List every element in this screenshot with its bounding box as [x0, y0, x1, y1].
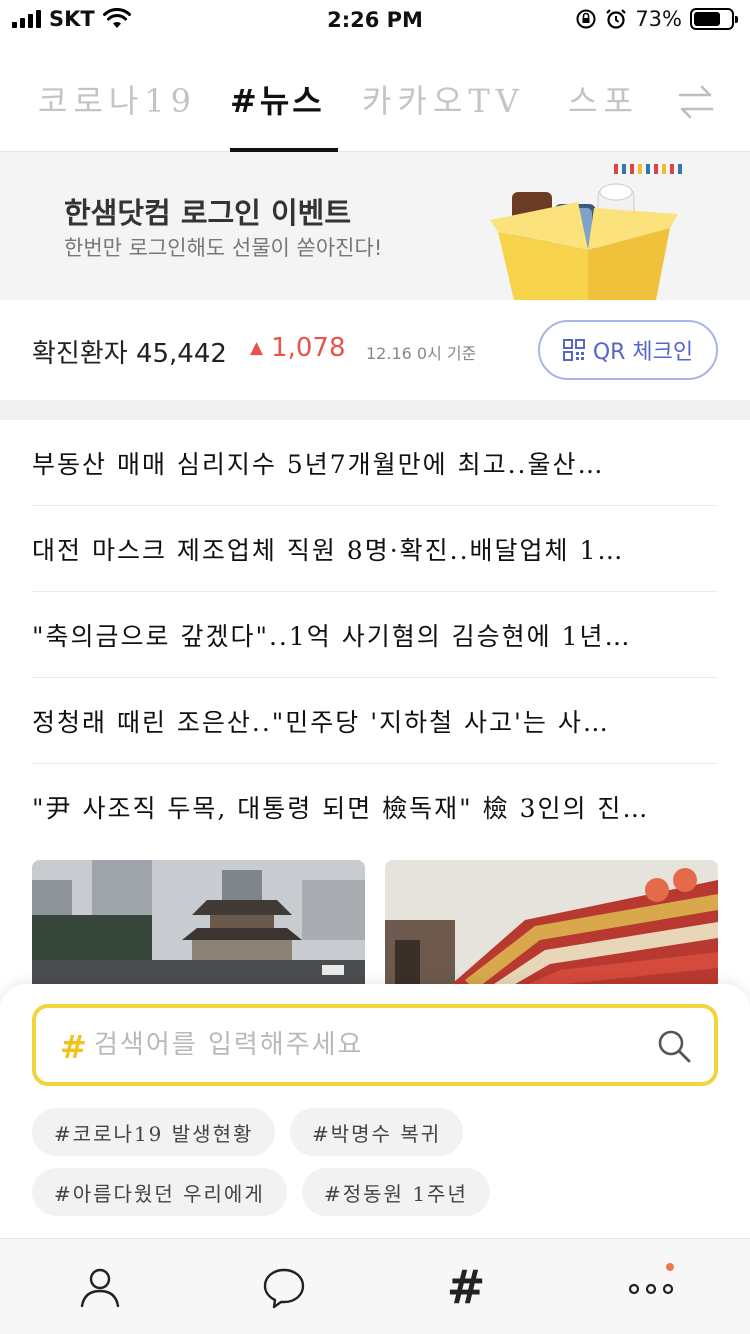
- profile-icon: [80, 1268, 120, 1308]
- headline-item[interactable]: "축의금으로 갚겠다"..1억 사기혐의 김승현에 1년…: [32, 592, 718, 678]
- tab-news[interactable]: #뉴스: [230, 76, 325, 122]
- tab-corona19[interactable]: 코로나19: [38, 76, 197, 122]
- nav-profile[interactable]: [76, 1263, 124, 1311]
- bottom-navigation: #: [0, 1238, 750, 1334]
- headline-text: 정청래 때린 조은산.."민주당 '지하철 사고'는 사…: [32, 707, 610, 737]
- gift-box-icon: [490, 164, 682, 300]
- qr-checkin-label: QR 체크인: [592, 340, 694, 365]
- search-input[interactable]: [94, 1025, 634, 1065]
- rotation-lock-icon: [576, 9, 596, 29]
- headline-text: "尹 사조직 두목, 대통령 되면 檢독재" 檢 3인의 진…: [32, 794, 650, 823]
- headline-item[interactable]: 대전 마스크 제조업체 직원 8명·확진..배달업체 1…: [32, 506, 718, 592]
- tag-chip[interactable]: #아름다웠던 우리에게: [32, 1168, 287, 1216]
- qr-icon: [562, 339, 585, 361]
- alarm-icon: [606, 9, 627, 29]
- covid-date: 12.16 0시 기준: [366, 344, 477, 363]
- swap-arrows-icon[interactable]: [676, 82, 716, 122]
- covid-status-row: 확진환자 45,442 ▲ 1,078 12.16 0시 기준 QR 체크인: [0, 300, 750, 400]
- headline-list: 부동산 매매 심리지수 5년7개월만에 최고..울산… 대전 마스크 제조업체 …: [32, 420, 718, 850]
- headline-item[interactable]: 부동산 매매 심리지수 5년7개월만에 최고..울산…: [32, 420, 718, 506]
- headline-text: "축의금으로 갚겠다"..1억 사기혐의 김승현에 1년…: [32, 621, 632, 651]
- status-right: 73%: [575, 7, 738, 31]
- delta-value: 1,078: [271, 333, 346, 363]
- notification-dot: [666, 1263, 674, 1271]
- more-icon: [628, 1283, 674, 1295]
- city-gate-photo: [32, 860, 365, 990]
- battery-icon: [690, 8, 738, 30]
- event-banner[interactable]: 한샘닷컴 로그인 이벤트 한번만 로그인해도 선물이 쏟아진다!: [0, 152, 750, 300]
- battery-percent: 73%: [635, 7, 682, 31]
- tag-chip[interactable]: #코로나19 발생현황: [32, 1108, 276, 1156]
- headline-item[interactable]: "尹 사조직 두목, 대통령 되면 檢독재" 檢 3인의 진…: [32, 764, 718, 850]
- tab-kakaotv[interactable]: 카카오TV: [362, 76, 525, 122]
- section-divider: [0, 400, 750, 420]
- confirmed-count: 45,442: [135, 339, 227, 369]
- nav-hash[interactable]: #: [442, 1263, 490, 1311]
- tag-chip[interactable]: #박명수 복귀: [290, 1108, 464, 1156]
- headline-text: 대전 마스크 제조업체 직원 8명·확진..배달업체 1…: [32, 535, 625, 565]
- news-thumbnail-supermarket[interactable]: [385, 860, 718, 990]
- hash-icon: #: [446, 1260, 486, 1314]
- banner-subtitle: 한번만 로그인해도 선물이 쏟아진다!: [64, 236, 383, 260]
- tab-sports[interactable]: 스포: [568, 76, 639, 122]
- qr-checkin-button[interactable]: QR 체크인: [538, 320, 718, 380]
- search-icon[interactable]: [656, 1028, 692, 1064]
- headline-text: 부동산 매매 심리지수 5년7개월만에 최고..울산…: [32, 449, 605, 479]
- nav-chat[interactable]: [260, 1263, 308, 1311]
- search-box[interactable]: #: [32, 1004, 718, 1086]
- news-thumbnail-city-gate[interactable]: [32, 860, 365, 990]
- confirmed-text: 확진환자: [32, 339, 128, 369]
- banner-title: 한샘닷컴 로그인 이벤트: [64, 196, 351, 230]
- tag-chip[interactable]: #정동원 1주년: [302, 1168, 490, 1216]
- supermarket-photo: [385, 860, 718, 990]
- nav-more[interactable]: [626, 1263, 676, 1311]
- increase-triangle-icon: ▲: [250, 338, 264, 358]
- confirmed-label: 확진환자 45,442: [32, 333, 227, 370]
- news-thumbnails: [32, 860, 718, 990]
- confirmed-delta: ▲ 1,078: [250, 333, 346, 363]
- status-bar: SKT 2:26 PM 73%: [0, 0, 750, 40]
- headline-item[interactable]: 정청래 때린 조은산.."민주당 '지하철 사고'는 사…: [32, 678, 718, 764]
- search-hash-symbol: #: [60, 1028, 87, 1066]
- search-sheet: # #코로나19 발생현황 #박명수 복귀 #아름다웠던 우리에게 #정동원 1…: [0, 984, 750, 1238]
- category-tabs: 코로나19 #뉴스 카카오TV 스포: [0, 64, 750, 152]
- chat-icon: [263, 1268, 305, 1309]
